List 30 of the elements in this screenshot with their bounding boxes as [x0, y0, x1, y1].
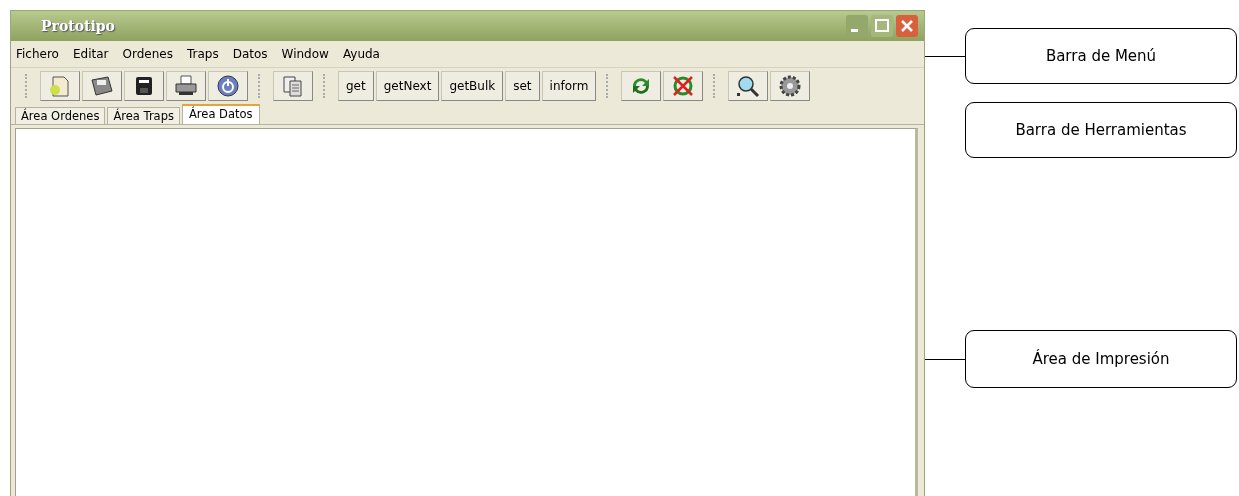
close-icon[interactable] [896, 15, 918, 37]
tab[interactable]: Área Traps [107, 107, 180, 124]
toolbar-button[interactable] [208, 71, 248, 101]
search-icon [735, 74, 762, 98]
power-icon [215, 74, 241, 98]
menu-item[interactable]: Window [281, 47, 329, 61]
window-title: Prototipo [41, 18, 116, 34]
toolbar-button[interactable] [124, 71, 164, 101]
toolbar-button[interactable] [166, 71, 206, 101]
toolbar-button[interactable]: set [505, 71, 540, 101]
menu-item[interactable]: Editar [72, 47, 109, 61]
toolbar-button[interactable] [770, 71, 811, 101]
toolbar-button[interactable]: getBulk [441, 71, 504, 101]
toolbar-button[interactable] [728, 71, 769, 101]
menu-item[interactable]: Fichero [16, 47, 59, 61]
callout-label: Barra de Menú [965, 28, 1237, 84]
tab[interactable]: Área Datos [181, 104, 260, 124]
tab[interactable]: Área Ordenes [15, 107, 106, 124]
minimize-icon[interactable] [846, 15, 868, 37]
menu-item[interactable]: Ordenes [122, 47, 173, 61]
menu-item[interactable]: Traps [186, 47, 219, 61]
toolbar-button[interactable] [82, 71, 122, 101]
printer-icon [173, 74, 199, 98]
toolbar-button[interactable]: getNext [375, 71, 440, 101]
toolbar-button[interactable]: inform [541, 71, 597, 101]
toolbar-button[interactable]: get [338, 71, 374, 101]
callout-label: Barra de Herramientas [965, 102, 1237, 158]
callout-label: Área de Impresión [965, 330, 1237, 388]
menu-item[interactable]: Ayuda [342, 47, 380, 61]
menu-item[interactable]: Datos [232, 47, 268, 61]
